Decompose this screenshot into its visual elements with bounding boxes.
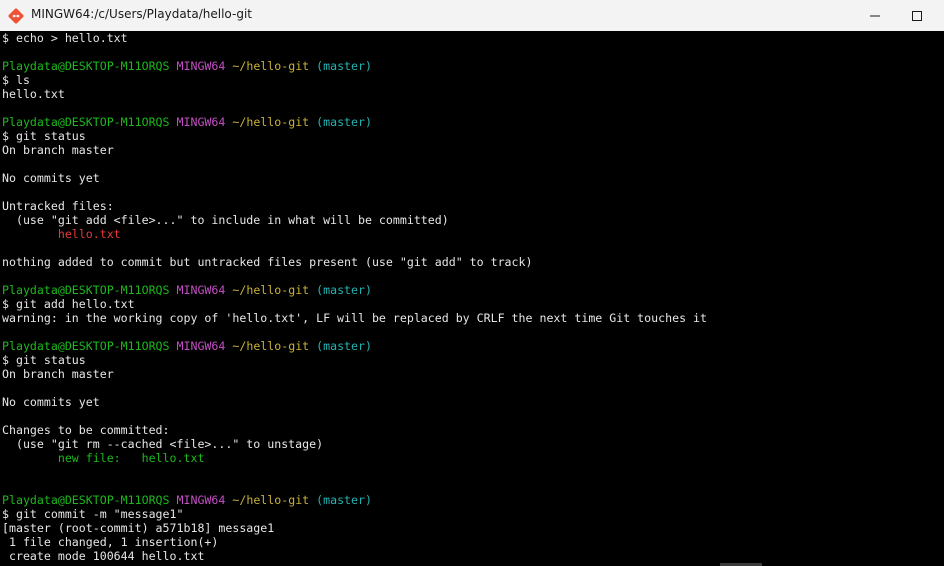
command-line: $ git status <box>2 129 86 143</box>
output-line: hello.txt <box>2 87 65 101</box>
maximize-icon <box>912 10 922 21</box>
prompt-user: Playdata@DESKTOP-M11ORQS <box>2 283 170 297</box>
output-line: No commits yet <box>2 171 100 185</box>
command-line: $ git add hello.txt <box>2 297 135 311</box>
command-line: $ ls <box>2 73 30 87</box>
title-bar[interactable]: MINGW64:/c/Users/Playdata/hello-git <box>0 0 944 31</box>
command-line: $ echo > hello.txt <box>2 31 128 45</box>
output-line: warning: in the working copy of 'hello.t… <box>2 311 707 325</box>
terminal-window: MINGW64:/c/Users/Playdata/hello-git $ ec… <box>0 0 944 566</box>
prompt-shell: MINGW64 <box>176 493 226 507</box>
prompt-line: Playdata@DESKTOP-M11ORQS MINGW64 ~/hello… <box>2 493 944 507</box>
output-line: On branch master <box>2 367 114 381</box>
prompt-path: ~/hello-git <box>232 283 310 297</box>
prompt-path: ~/hello-git <box>232 59 310 73</box>
output-line: new file: hello.txt <box>2 451 205 465</box>
prompt-path: ~/hello-git <box>232 115 310 129</box>
prompt-line: Playdata@DESKTOP-M11ORQS MINGW64 ~/hello… <box>2 339 944 353</box>
output-line: Untracked files: <box>2 199 114 213</box>
prompt-line: Playdata@DESKTOP-M11ORQS MINGW64 ~/hello… <box>2 115 944 129</box>
git-bash-icon <box>8 8 24 24</box>
prompt-shell: MINGW64 <box>176 115 226 129</box>
prompt-line: Playdata@DESKTOP-M11ORQS MINGW64 ~/hello… <box>2 59 944 73</box>
output-line: No commits yet <box>2 395 100 409</box>
prompt-user: Playdata@DESKTOP-M11ORQS <box>2 115 170 129</box>
prompt-path: ~/hello-git <box>232 493 310 507</box>
output-line: 1 file changed, 1 insertion(+) <box>2 535 219 549</box>
output-line: On branch master <box>2 143 114 157</box>
output-line: Changes to be committed: <box>2 423 170 437</box>
prompt-user: Playdata@DESKTOP-M11ORQS <box>2 59 170 73</box>
prompt-branch: (master) <box>316 493 372 507</box>
prompt-branch: (master) <box>316 283 372 297</box>
prompt-shell: MINGW64 <box>176 283 226 297</box>
output-line: (use "git rm --cached <file>..." to unst… <box>2 437 324 451</box>
maximize-button[interactable] <box>894 0 940 31</box>
output-line: hello.txt <box>2 227 121 241</box>
output-line: [master (root-commit) a571b18] message1 <box>2 521 275 535</box>
prompt-path: ~/hello-git <box>232 339 310 353</box>
minimize-icon <box>870 15 880 16</box>
prompt-line: Playdata@DESKTOP-M11ORQS MINGW64 ~/hello… <box>2 283 944 297</box>
prompt-branch: (master) <box>316 115 372 129</box>
output-line: create mode 100644 hello.txt <box>2 549 205 563</box>
command-line: $ git status <box>2 353 86 367</box>
command-line: $ git commit -m "message1" <box>2 507 184 521</box>
terminal-output[interactable]: $ echo > hello.txt Playdata@DESKTOP-M11OR… <box>0 31 944 566</box>
prompt-user: Playdata@DESKTOP-M11ORQS <box>2 493 170 507</box>
prompt-branch: (master) <box>316 339 372 353</box>
prompt-shell: MINGW64 <box>176 59 226 73</box>
minimize-button[interactable] <box>852 0 898 31</box>
prompt-user: Playdata@DESKTOP-M11ORQS <box>2 339 170 353</box>
prompt-branch: (master) <box>316 59 372 73</box>
output-line: (use "git add <file>..." to include in w… <box>2 213 449 227</box>
prompt-shell: MINGW64 <box>176 339 226 353</box>
output-line: nothing added to commit but untracked fi… <box>2 255 533 269</box>
window-title: MINGW64:/c/Users/Playdata/hello-git <box>31 7 252 21</box>
